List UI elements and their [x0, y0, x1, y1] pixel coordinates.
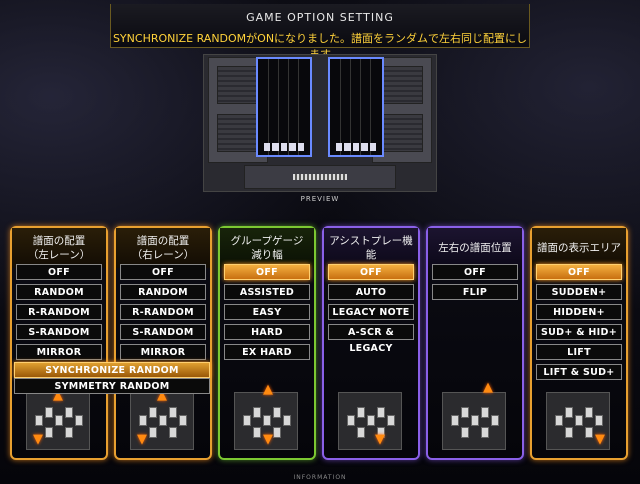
- option-display-lift-sud[interactable]: LIFT & SUD+: [536, 364, 622, 380]
- option-column-left-lane: 譜面の配置 （左レーン） OFF RANDOM R-RANDOM S-RANDO…: [10, 226, 108, 460]
- option-display-sudden[interactable]: SUDDEN+: [536, 284, 622, 300]
- option-right-off[interactable]: OFF: [120, 264, 206, 280]
- option-left-r-random[interactable]: R-RANDOM: [16, 304, 102, 320]
- option-right-r-random[interactable]: R-RANDOM: [120, 304, 206, 320]
- arrow-up-icon: ▲: [263, 382, 273, 397]
- preview-panel: [203, 54, 437, 192]
- option-flip-flip[interactable]: FLIP: [432, 284, 518, 300]
- option-right-mirror[interactable]: MIRROR: [120, 344, 206, 360]
- option-column-flip: 左右の譜面位置 OFF FLIP ▲: [426, 226, 524, 460]
- option-column-display-area: 譜面の表示エリア OFF SUDDEN+ HIDDEN+ SUD+ & HID+…: [530, 226, 628, 460]
- option-assist-auto-scratch[interactable]: AUTO SCRATCH: [328, 284, 414, 314]
- preview-lane-left: [256, 57, 312, 157]
- option-synchronize-random[interactable]: SYNCHRONIZE RANDOM: [14, 362, 210, 378]
- arrow-up-icon: ▲: [483, 380, 493, 395]
- column-title: アシストプレー機能: [324, 228, 418, 268]
- preview-lane-right: [328, 57, 384, 157]
- option-gauge-assisted-easy[interactable]: ASSISTED EASY: [224, 284, 310, 314]
- option-column-assist: アシストプレー機能 OFF AUTO SCRATCH LEGACY NOTE A…: [322, 226, 420, 460]
- option-gauge-ex-hard[interactable]: EX HARD: [224, 344, 310, 360]
- column-title: 譜面の表示エリア: [532, 228, 626, 268]
- option-flip-off[interactable]: OFF: [432, 264, 518, 280]
- option-display-sud-hid[interactable]: SUD+ & HID+: [536, 324, 622, 340]
- option-display-lift[interactable]: LIFT: [536, 344, 622, 360]
- option-display-hidden[interactable]: HIDDEN+: [536, 304, 622, 320]
- option-right-s-random[interactable]: S-RANDOM: [120, 324, 206, 340]
- arrow-down-icon: ▼: [595, 432, 605, 447]
- preview-label: PREVIEW: [300, 195, 340, 203]
- information-label: INFORMATION: [293, 474, 347, 481]
- arrow-down-icon: ▼: [137, 432, 147, 447]
- arrow-down-icon: ▼: [33, 432, 43, 447]
- key-diagram: [338, 392, 402, 450]
- arrow-down-icon: ▼: [375, 432, 385, 447]
- column-title: グループゲージ 減り幅: [220, 228, 314, 268]
- option-column-gauge: グループゲージ 減り幅 OFF ASSISTED EASY EASY HARD …: [218, 226, 316, 460]
- column-title: 左右の譜面位置: [428, 228, 522, 268]
- option-left-off[interactable]: OFF: [16, 264, 102, 280]
- arrow-down-icon: ▼: [263, 432, 273, 447]
- column-title: 譜面の配置 （左レーン）: [12, 228, 106, 268]
- option-assist-legacy-note[interactable]: LEGACY NOTE: [328, 304, 414, 320]
- option-left-random[interactable]: RANDOM: [16, 284, 102, 300]
- option-left-mirror[interactable]: MIRROR: [16, 344, 102, 360]
- preview-deck: [244, 165, 396, 189]
- option-gauge-easy[interactable]: EASY: [224, 304, 310, 320]
- column-title: 譜面の配置 （右レーン）: [116, 228, 210, 268]
- option-header: GAME OPTION SETTING SYNCHRONIZE RANDOMがO…: [110, 4, 530, 61]
- option-symmetry-random[interactable]: SYMMETRY RANDOM: [14, 378, 210, 394]
- option-assist-a-scr-legacy[interactable]: A-SCR & LEGACY: [328, 324, 414, 354]
- option-gauge-hard[interactable]: HARD: [224, 324, 310, 340]
- option-assist-off[interactable]: OFF: [328, 264, 414, 280]
- option-right-random[interactable]: RANDOM: [120, 284, 206, 300]
- option-column-right-lane: 譜面の配置 （右レーン） OFF RANDOM R-RANDOM S-RANDO…: [114, 226, 212, 460]
- page-title: GAME OPTION SETTING: [246, 11, 394, 24]
- option-left-s-random[interactable]: S-RANDOM: [16, 324, 102, 340]
- option-display-off[interactable]: OFF: [536, 264, 622, 280]
- option-gauge-off[interactable]: OFF: [224, 264, 310, 280]
- key-diagram: [442, 392, 506, 450]
